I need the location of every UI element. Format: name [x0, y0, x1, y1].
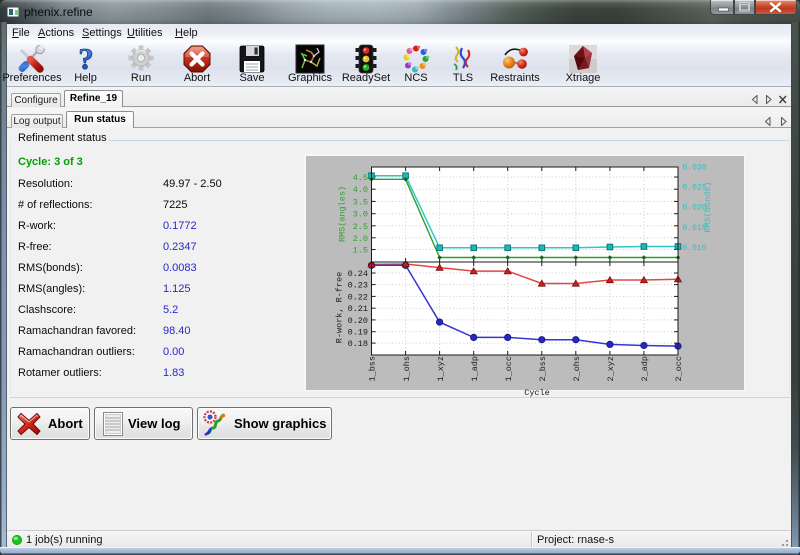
svg-text:1_adp: 1_adp	[470, 356, 480, 382]
svg-text:2_bss: 2_bss	[538, 356, 548, 382]
svg-text:4.0: 4.0	[353, 185, 368, 195]
svg-text:1_bss: 1_bss	[368, 356, 378, 382]
svg-text:2_ohs: 2_ohs	[572, 356, 582, 382]
svg-text:0.22: 0.22	[348, 292, 368, 302]
svg-text:RMS(angles): RMS(angles)	[338, 186, 348, 242]
svg-text:0.24: 0.24	[348, 269, 368, 279]
svg-text:1.5: 1.5	[353, 246, 368, 256]
svg-text:2_occ: 2_occ	[674, 356, 684, 382]
svg-text:3.0: 3.0	[353, 210, 368, 220]
svg-text:0.010: 0.010	[683, 244, 707, 253]
svg-text:0.18: 0.18	[348, 339, 368, 349]
svg-text:2_xyz: 2_xyz	[606, 356, 616, 382]
svg-text:0.21: 0.21	[348, 304, 368, 314]
svg-text:2.0: 2.0	[353, 234, 368, 244]
svg-text:RMS(bonds): RMS(bonds)	[703, 181, 713, 232]
svg-text:1_xyz: 1_xyz	[436, 356, 446, 382]
svg-text:3.5: 3.5	[353, 197, 368, 207]
svg-text:0.20: 0.20	[348, 316, 368, 326]
svg-text:0.23: 0.23	[348, 281, 368, 291]
svg-text:2_adp: 2_adp	[640, 356, 650, 382]
svg-text:2.5: 2.5	[353, 222, 368, 232]
svg-text:0.19: 0.19	[348, 328, 368, 338]
svg-text:1_occ: 1_occ	[504, 356, 514, 382]
svg-text:1_ohs: 1_ohs	[402, 356, 412, 382]
svg-text:4.5: 4.5	[353, 173, 368, 183]
svg-text:0.030: 0.030	[683, 163, 707, 172]
svg-text:?: ?	[78, 44, 94, 74]
svg-text:R-work, R-free: R-work, R-free	[335, 272, 345, 343]
